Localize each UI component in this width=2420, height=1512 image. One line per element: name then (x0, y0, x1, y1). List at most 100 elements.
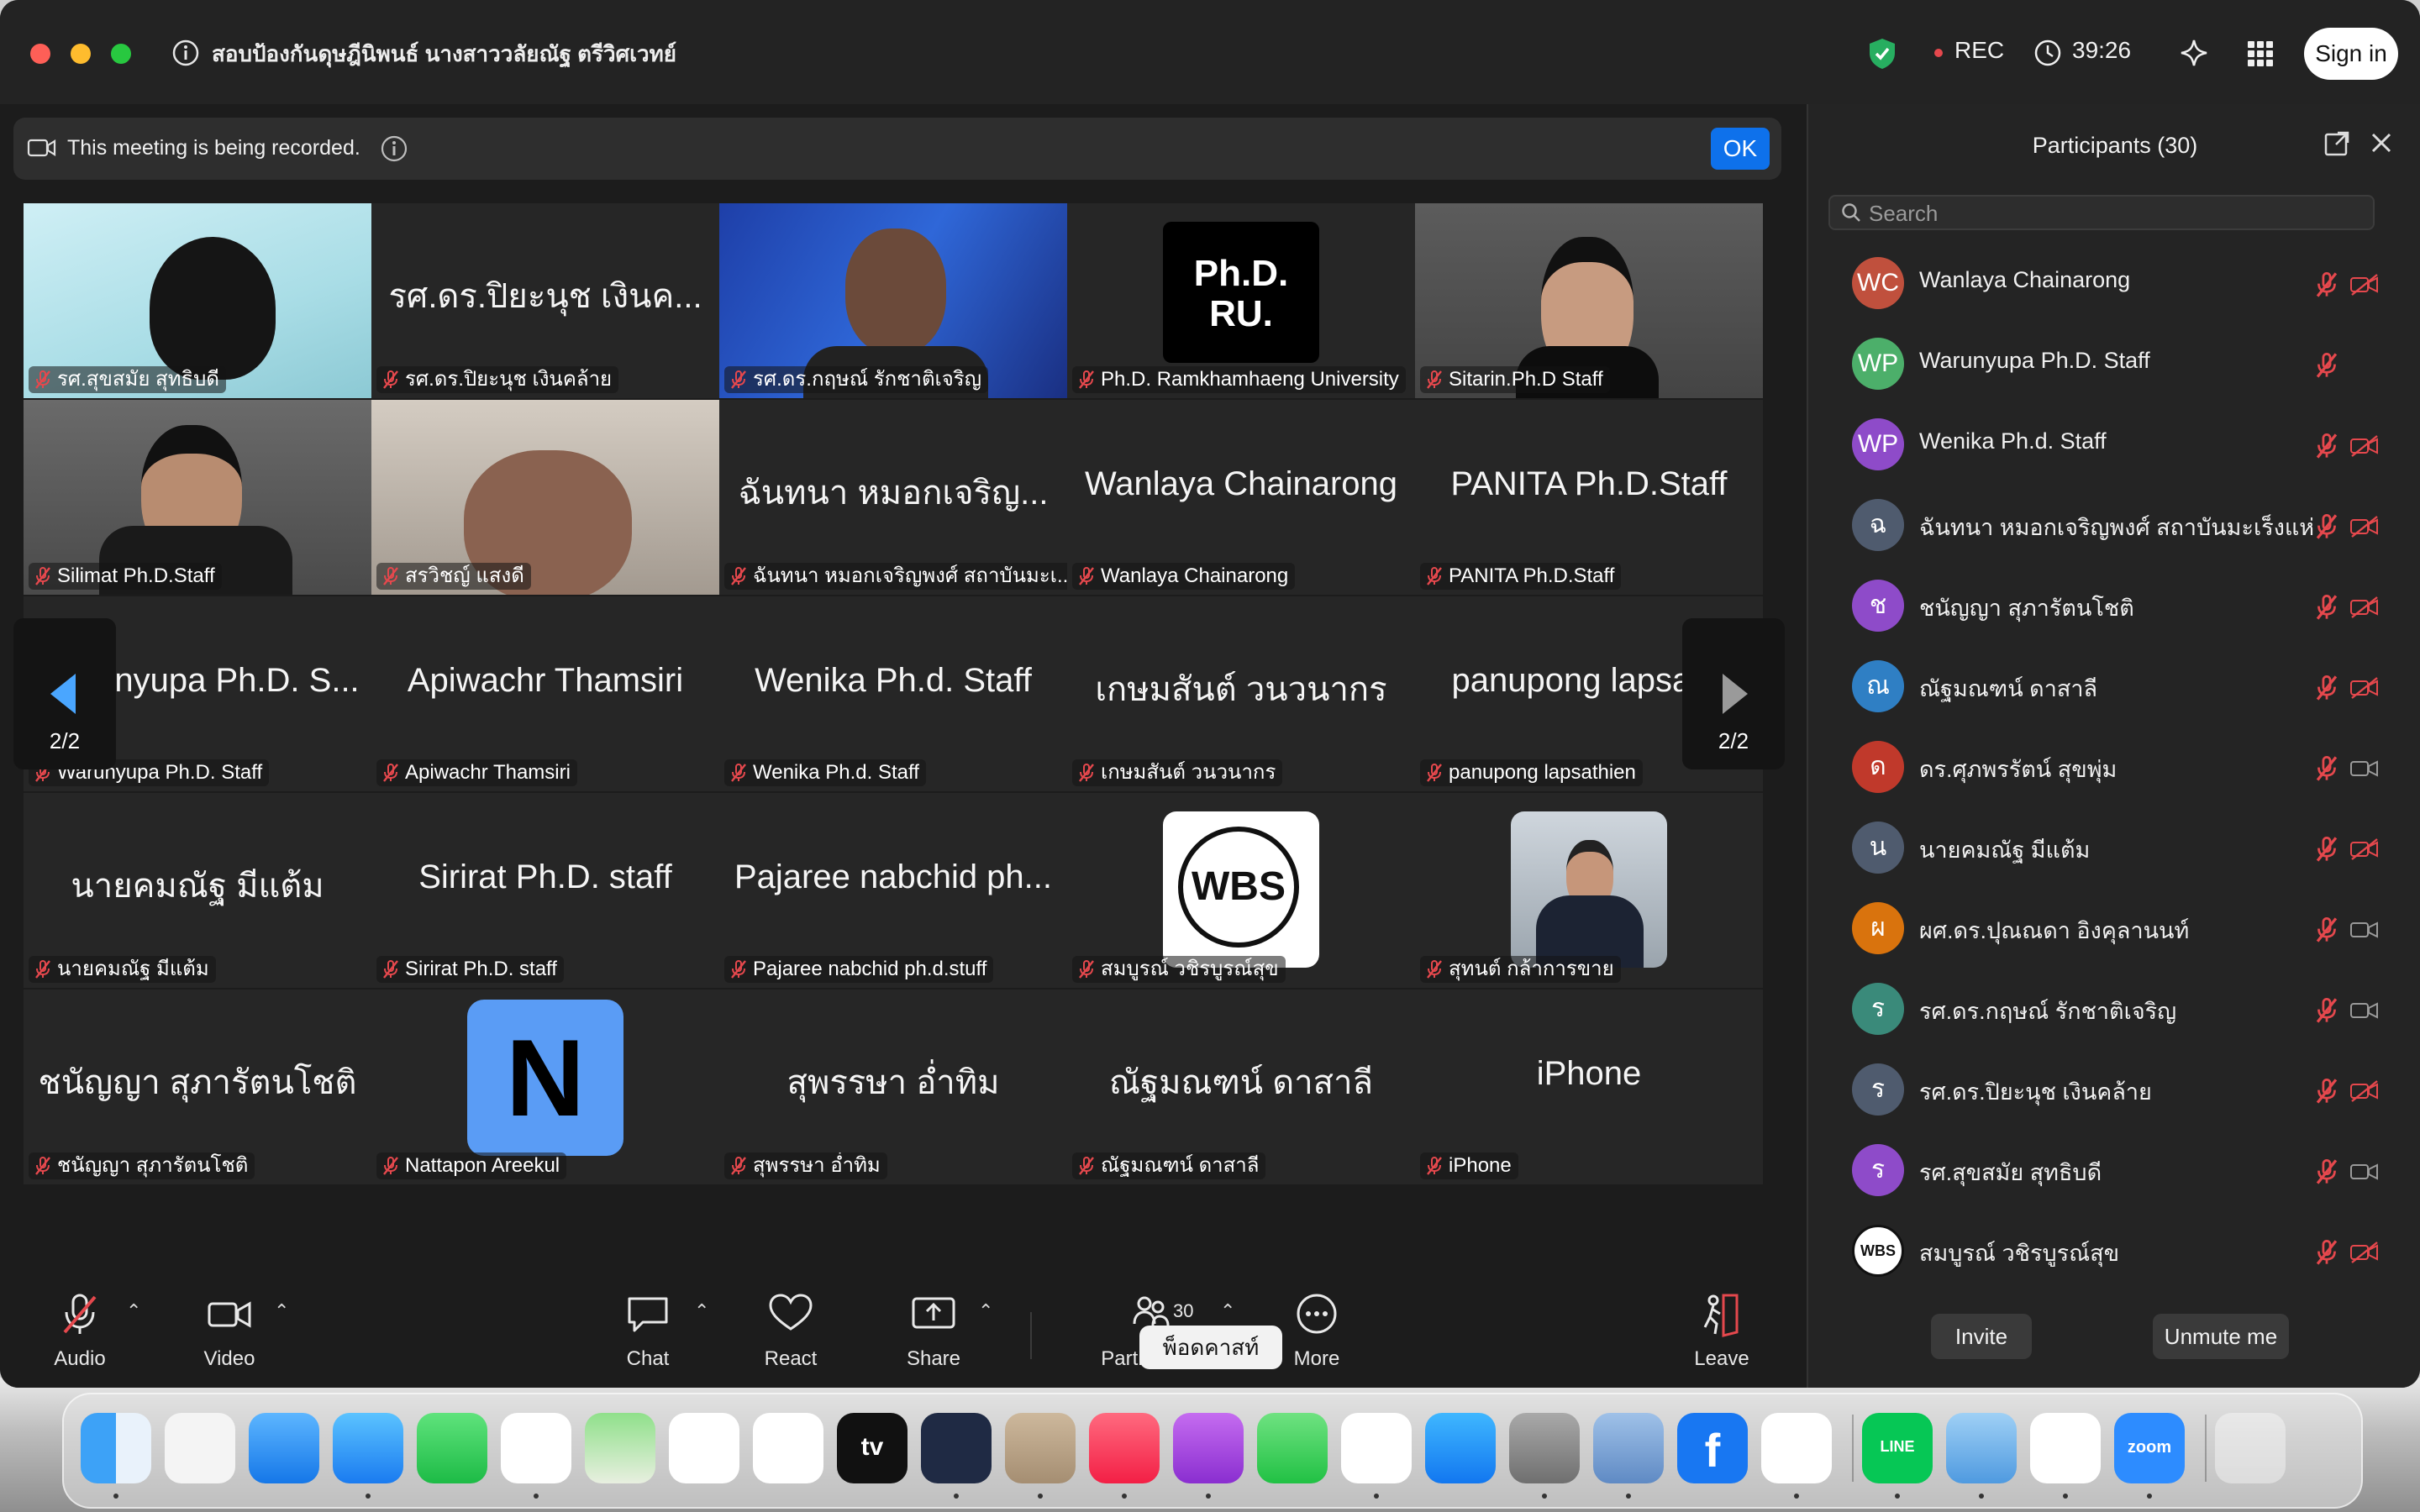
search-input[interactable] (1867, 200, 2358, 227)
participant-row[interactable]: WBS สมบูรณ์ วชิรบูรณ์สุข (1808, 1211, 2420, 1292)
podcasts-icon[interactable] (1173, 1413, 1244, 1483)
microphone-muted-icon[interactable] (2314, 754, 2339, 783)
participants-search[interactable] (1828, 195, 2375, 230)
video-options-chevron-icon[interactable]: ⌃ (274, 1300, 289, 1322)
participant-row[interactable]: ด ดร.ศุภพรรัตน์ สุขพุ่ม (1808, 727, 2420, 808)
facetime-icon[interactable] (417, 1413, 487, 1483)
maps-icon[interactable] (585, 1413, 655, 1483)
appletv-icon[interactable]: tv (837, 1413, 908, 1483)
close-icon[interactable] (2368, 129, 2395, 156)
video-tile[interactable]: Wanlaya Chainarong Wanlaya Chainarong (1067, 400, 1415, 595)
video-off-icon[interactable] (2349, 1079, 2380, 1104)
video-camera-icon[interactable] (2349, 1159, 2380, 1184)
participant-row[interactable]: ร รศ.สุขสมัย สุทธิบดี (1808, 1131, 2420, 1211)
participant-row[interactable]: WP Wenika Ph.d. Staff (1808, 405, 2420, 486)
chrome-icon[interactable] (501, 1413, 571, 1483)
video-tile[interactable]: Sirirat Ph.D. staff Sirirat Ph.D. staff (371, 793, 719, 988)
zoom-window-button[interactable] (111, 44, 131, 64)
video-tile[interactable]: รศ.ดร.ปิยะนุช เงินค... รศ.ดร.ปิยะนุช เงิน… (371, 203, 719, 398)
participant-row[interactable]: ร รศ.ดร.ปิยะนุช เงินคล้าย (1808, 1050, 2420, 1131)
leave-button[interactable]: Leave (1659, 1260, 1785, 1386)
video-off-icon[interactable] (2349, 272, 2380, 297)
line-icon[interactable]: LINE (1862, 1413, 1933, 1483)
messages-icon[interactable] (1257, 1413, 1328, 1483)
rec-label[interactable]: REC (1954, 37, 2004, 64)
video-tile[interactable]: iPhone iPhone (1415, 990, 1763, 1184)
chat-button[interactable]: Chat (585, 1260, 711, 1386)
share-button[interactable]: Share (871, 1260, 997, 1386)
participant-row[interactable]: ผ ผศ.ดร.ปุณณดา อิงคุลานนท์ (1808, 889, 2420, 969)
react-button[interactable]: React (728, 1260, 854, 1386)
zoom-icon[interactable]: zoom (2114, 1413, 2185, 1483)
microphone-muted-icon[interactable] (2314, 835, 2339, 864)
microphone-muted-icon[interactable] (2314, 1077, 2339, 1105)
video-tile[interactable]: Wenika Ph.d. Staff Wenika Ph.d. Staff (719, 596, 1067, 791)
pop-out-icon[interactable] (2323, 129, 2351, 158)
settings-icon[interactable] (1509, 1413, 1580, 1483)
apps-grid-icon[interactable] (2247, 40, 2274, 67)
ai-companion-sparkle-icon[interactable] (2178, 37, 2210, 69)
microphone-muted-icon[interactable] (2314, 593, 2339, 622)
close-window-button[interactable] (30, 44, 50, 64)
participant-row[interactable]: WC Wanlaya Chainarong (1808, 244, 2420, 324)
word-icon[interactable] (2030, 1413, 2101, 1483)
appstore-icon[interactable] (1425, 1413, 1496, 1483)
microphone-muted-icon[interactable] (2314, 512, 2339, 541)
facebook-icon[interactable]: f (1677, 1413, 1748, 1483)
video-tile[interactable]: สุพรรษา อ่ำทิม สุพรรษา อ่ำทิม (719, 990, 1067, 1184)
participant-row[interactable]: ฉ ฉันทนา หมอกเจริญพงศ์ สถาบันมะเร็งแห่... (1808, 486, 2420, 566)
video-tile[interactable]: PANITA Ph.D.Staff PANITA Ph.D.Staff (1415, 400, 1763, 595)
microphone-muted-icon[interactable] (2314, 916, 2339, 944)
reminders-icon[interactable] (669, 1413, 739, 1483)
finder-icon[interactable] (81, 1413, 151, 1483)
music-icon[interactable] (1089, 1413, 1160, 1483)
photos-icon[interactable] (753, 1413, 823, 1483)
video-tile[interactable]: Silimat Ph.D.Staff (24, 400, 371, 595)
preview-icon[interactable] (1593, 1413, 1664, 1483)
contacts-icon[interactable] (1005, 1413, 1076, 1483)
microphone-muted-icon[interactable] (2314, 270, 2339, 299)
info-icon[interactable] (380, 134, 408, 163)
video-tile[interactable]: รศ.สุขสมัย สุทธิบดี (24, 203, 371, 398)
audio-button[interactable]: Audio (17, 1260, 143, 1386)
video-tile[interactable]: เกษมสันต์ วนวนากร เกษมสันต์ วนวนากร (1067, 596, 1415, 791)
shield-icon[interactable] (1867, 37, 1897, 71)
share-options-chevron-icon[interactable]: ⌃ (978, 1300, 993, 1322)
microphone-muted-icon[interactable] (2314, 351, 2339, 380)
participant-row[interactable]: ณ ณัฐมณฑน์ ดาสาลี (1808, 647, 2420, 727)
video-tile[interactable]: Pajaree nabchid ph... Pajaree nabchid ph.… (719, 793, 1067, 988)
microphone-muted-icon[interactable] (2314, 674, 2339, 702)
video-tile[interactable]: N Nattapon Areekul (371, 990, 719, 1184)
minimize-window-button[interactable] (71, 44, 91, 64)
video-tile[interactable]: ณัฐมณฑน์ ดาสาลี ณัฐมณฑน์ ดาสาลี (1067, 990, 1415, 1184)
news-icon[interactable] (1341, 1413, 1412, 1483)
video-camera-icon[interactable] (2349, 917, 2380, 942)
safari-icon[interactable] (333, 1413, 403, 1483)
video-off-icon[interactable] (2349, 433, 2380, 459)
video-off-icon[interactable] (2349, 675, 2380, 701)
microphone-muted-icon[interactable] (2314, 1158, 2339, 1186)
gmail-icon[interactable] (1761, 1413, 1832, 1483)
ok-button[interactable]: OK (1711, 128, 1770, 170)
previous-page-button[interactable]: 2/2 (13, 618, 116, 769)
video-off-icon[interactable] (2349, 1240, 2380, 1265)
video-camera-icon[interactable] (2349, 756, 2380, 781)
video-off-icon[interactable] (2349, 837, 2380, 862)
owl-icon[interactable] (1946, 1413, 2017, 1483)
mail-icon[interactable] (249, 1413, 319, 1483)
video-tile[interactable]: ชนัญญา สุภารัตนโชติ ชนัญญา สุภารัตนโชติ (24, 990, 371, 1184)
video-button[interactable]: Video (166, 1260, 292, 1386)
audio-options-chevron-icon[interactable]: ⌃ (126, 1300, 141, 1322)
video-tile[interactable]: Sitarin.Ph.D Staff (1415, 203, 1763, 398)
video-tile[interactable]: Apiwachr Thamsiri Apiwachr Thamsiri (371, 596, 719, 791)
microphone-muted-icon[interactable] (2314, 1238, 2339, 1267)
sketch-icon[interactable] (921, 1413, 992, 1483)
next-page-button[interactable]: 2/2 (1682, 618, 1785, 769)
microphone-muted-icon[interactable] (2314, 432, 2339, 460)
video-camera-icon[interactable] (2349, 998, 2380, 1023)
video-tile[interactable]: Ph.D. RU. Ph.D. Ramkhamhaeng University (1067, 203, 1415, 398)
video-tile[interactable]: นายคมณัฐ มีแต้ม นายคมณัฐ มีแต้ม (24, 793, 371, 988)
unmute-me-button[interactable]: Unmute me (2153, 1314, 2289, 1359)
trash-icon[interactable] (2215, 1413, 2286, 1483)
participant-row[interactable]: น นายคมณัฐ มีแต้ม (1808, 808, 2420, 889)
